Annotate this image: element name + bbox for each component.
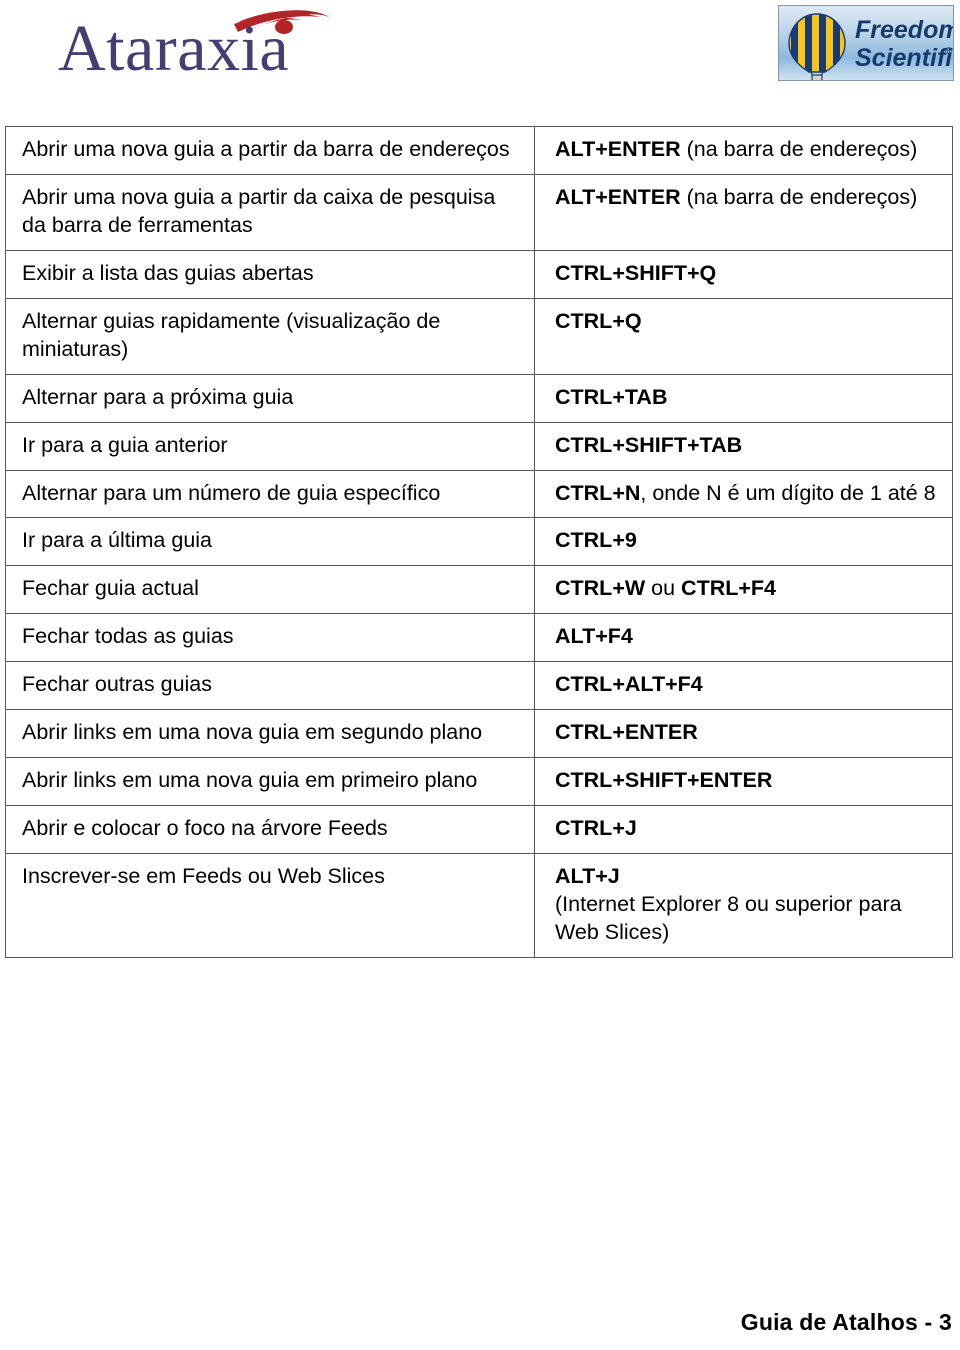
keyboard-shortcuts-table: Abrir uma nova guia a partir da barra de… — [5, 126, 953, 958]
shortcut-action-cell: Fechar todas as guias — [5, 613, 535, 663]
shortcut-action-cell: Exibir a lista das guias abertas — [5, 249, 535, 299]
shortcut-action-cell: Abrir uma nova guia a partir da caixa de… — [5, 173, 535, 251]
page-footer-label: Guia de Atalhos - 3 — [740, 1309, 952, 1335]
svg-text:®: ® — [945, 46, 953, 57]
shortcut-keys-cell: ALT+F4 — [534, 613, 953, 663]
table-row: Abrir links em uma nova guia em segundo … — [5, 709, 953, 759]
shortcut-keys-cell: CTRL+SHIFT+Q — [534, 249, 953, 299]
shortcut-key-primary: CTRL+ALT+F4 — [555, 672, 703, 697]
shortcut-keys-cell: CTRL+SHIFT+TAB — [534, 421, 953, 471]
shortcut-keys-cell: ALT+ENTER (na barra de endereços) — [534, 173, 953, 251]
shortcut-action-cell: Abrir uma nova guia a partir da barra de… — [5, 126, 535, 175]
shortcut-action-cell: Abrir links em uma nova guia em segundo … — [5, 709, 535, 759]
table-row: Fechar guia actual CTRL+W ou CTRL+F4 — [5, 565, 953, 615]
table-row: Abrir uma nova guia a partir da barra de… — [5, 126, 953, 175]
shortcut-key-primary: CTRL+Q — [555, 308, 642, 333]
shortcut-key-note: (na barra de endereços) — [680, 184, 918, 209]
table-row: Abrir uma nova guia a partir da caixa de… — [5, 173, 953, 251]
shortcut-keys-cell: CTRL+N, onde N é um dígito de 1 até 8 — [534, 469, 953, 519]
svg-text:Scientific: Scientific — [855, 44, 953, 72]
shortcut-key-primary: CTRL+9 — [555, 528, 637, 553]
shortcut-action-cell: Fechar guia actual — [5, 565, 535, 615]
shortcut-action-cell: Inscrever-se em Feeds ou Web Slices — [5, 853, 535, 958]
shortcut-action-cell: Alternar guias rapidamente (visualização… — [5, 297, 535, 375]
table-row: Alternar para um número de guia específi… — [5, 469, 953, 519]
ataraxia-logo-graphic: Ataraxia — [58, 10, 330, 85]
shortcut-key-primary: CTRL+ENTER — [555, 720, 698, 745]
shortcut-action-cell: Ir para a última guia — [5, 517, 535, 567]
page-header: Ataraxia Freedom Scientifi ® — [0, 0, 960, 100]
table-row: Exibir a lista das guias abertas CTRL+SHI… — [5, 249, 953, 299]
shortcut-action-cell: Fechar outras guias — [5, 661, 535, 711]
shortcut-key-primary: CTRL+SHIFT+TAB — [555, 432, 743, 457]
shortcut-keys-cell: CTRL+J — [534, 805, 953, 854]
shortcut-keys-cell: ALT+ENTER (na barra de endereços) — [534, 126, 953, 175]
shortcut-key-primary: ALT+ENTER — [555, 184, 681, 209]
shortcut-action-cell: Ir para a guia anterior — [5, 421, 535, 471]
shortcut-keys-cell: CTRL+ALT+F4 — [534, 661, 953, 711]
shortcut-keys-cell: ALT+J (Internet Explorer 8 ou superior pa… — [534, 853, 953, 958]
shortcut-key-primary: CTRL+J — [555, 816, 637, 841]
ataraxia-logo: Ataraxia — [58, 8, 338, 86]
table-row: Alternar guias rapidamente (visualização… — [5, 297, 953, 375]
shortcut-key-primary: ALT+J — [555, 864, 620, 888]
freedom-scientific-logo: Freedom Scientific ® — [778, 5, 954, 81]
shortcuts-table-body: Abrir uma nova guia a partir da barra de… — [5, 126, 953, 958]
shortcut-keys-cell: CTRL+TAB — [534, 373, 953, 423]
shortcut-key-primary: CTRL+SHIFT+Q — [555, 260, 717, 285]
shortcut-key-note: (na barra de endereços) — [680, 137, 918, 161]
table-row: Fechar todas as guias ALT+F4 — [5, 613, 953, 663]
shortcut-action-cell: Abrir links em uma nova guia em primeiro… — [5, 757, 535, 807]
table-row: Abrir links em uma nova guia em primeiro… — [5, 757, 953, 807]
table-row: Inscrever-se em Feeds ou Web Slices ALT+J… — [5, 853, 953, 958]
table-row: Alternar para a próxima guia CTRL+TAB — [5, 373, 953, 423]
shortcut-key-note: ou — [645, 576, 682, 601]
shortcut-key-primary: CTRL+SHIFT+ENTER — [555, 768, 773, 793]
table-row: Ir para a guia anterior CTRL+SHIFT+TAB — [5, 421, 953, 471]
shortcut-action-cell: Alternar para um número de guia específi… — [5, 469, 535, 519]
shortcut-action-cell: Abrir e colocar o foco na árvore Feeds — [5, 805, 535, 854]
shortcut-key-primary: ALT+F4 — [555, 624, 633, 649]
svg-text:Freedom: Freedom — [855, 16, 953, 44]
shortcut-key-primary: CTRL+TAB — [555, 384, 668, 409]
shortcut-keys-cell: CTRL+W ou CTRL+F4 — [534, 565, 953, 615]
table-row: Fechar outras guias CTRL+ALT+F4 — [5, 661, 953, 711]
table-row: Ir para a última guia CTRL+9 — [5, 517, 953, 567]
shortcut-key-primary: CTRL+N — [555, 480, 641, 505]
shortcut-keys-cell: CTRL+9 — [534, 517, 953, 567]
shortcut-keys-cell: CTRL+ENTER — [534, 709, 953, 759]
shortcut-key-primary: ALT+ENTER — [555, 137, 681, 161]
shortcut-action-cell: Alternar para a próxima guia — [5, 373, 535, 423]
table-row: Abrir e colocar o foco na árvore Feeds CT… — [5, 805, 953, 854]
shortcut-key-note: , onde N é um dígito de 1 até 8 — [640, 480, 936, 505]
shortcut-key-primary: CTRL+W — [555, 576, 646, 601]
svg-text:Ataraxia: Ataraxia — [58, 12, 289, 85]
freedom-scientific-logo-graphic: Freedom Scientific ® — [788, 13, 953, 80]
shortcut-keys-cell: CTRL+Q — [534, 297, 953, 375]
shortcut-keys-cell: CTRL+SHIFT+ENTER — [534, 757, 953, 807]
shortcut-key-note: (Internet Explorer 8 ou superior para We… — [555, 891, 902, 944]
shortcut-key-secondary: CTRL+F4 — [681, 576, 777, 601]
